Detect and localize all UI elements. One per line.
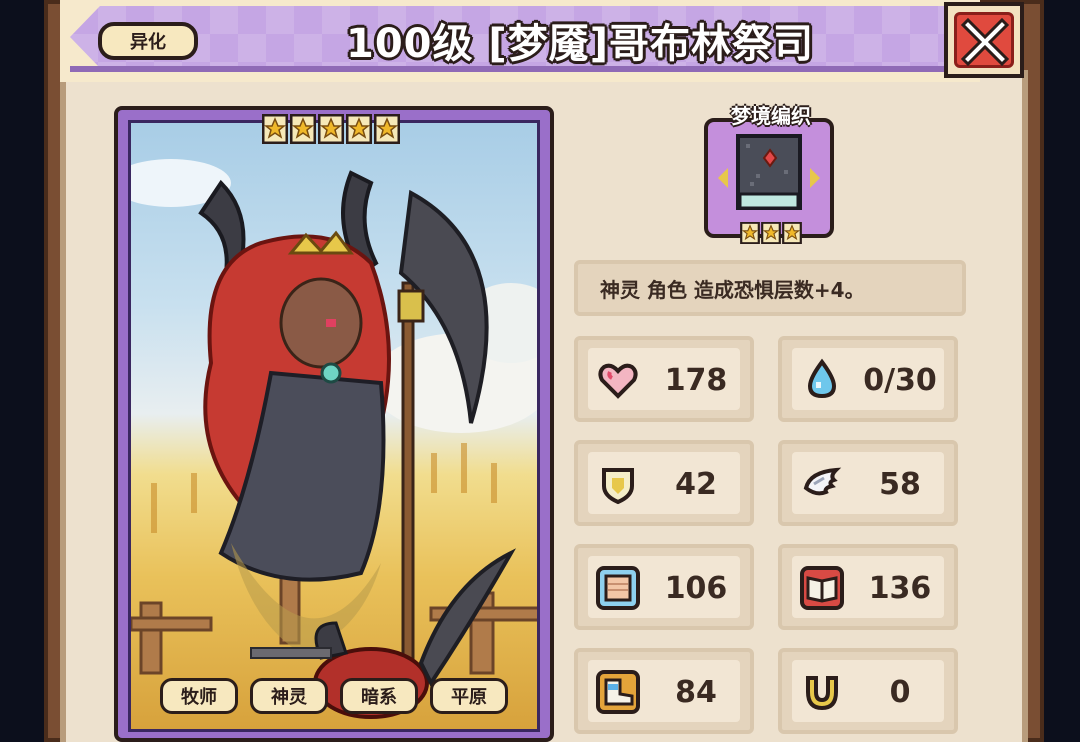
stat-health-value: 178 — [664, 362, 728, 398]
star-icon — [262, 114, 288, 144]
close-button[interactable] — [944, 2, 1024, 78]
star-icon — [374, 114, 400, 144]
shield-icon — [602, 468, 634, 505]
stat-luck-value: 0 — [889, 674, 911, 710]
stat-attack-value: 106 — [664, 570, 728, 606]
spellbook-icon — [718, 134, 820, 210]
heart-icon — [598, 363, 638, 399]
equipment-slot[interactable]: 梦境编织 — [704, 104, 838, 244]
stat-resistance: 84 — [574, 648, 754, 734]
stat-health: 178 — [574, 336, 754, 422]
water-drop-icon — [807, 358, 837, 399]
goblin-priestess-illustration — [131, 159, 537, 719]
stat-speed: 58 — [778, 440, 958, 526]
stat-luck: 0 — [778, 648, 958, 734]
close-icon — [960, 17, 1010, 67]
star-icon — [346, 114, 372, 144]
stat-defense: 42 — [574, 440, 754, 526]
tag-element: 暗系 — [340, 678, 418, 714]
stat-defense-value: 42 — [675, 466, 717, 502]
boot-icon — [596, 670, 640, 714]
stat-magic-value: 136 — [868, 570, 932, 606]
stat-speed-value: 58 — [879, 466, 921, 502]
equipment-name: 梦境编织 — [731, 104, 811, 128]
tag-terrain: 平原 — [430, 678, 508, 714]
stat-mana-value: 0/30 — [863, 362, 937, 398]
equipment-stars — [740, 222, 802, 244]
wing-icon — [803, 467, 842, 496]
star-icon — [740, 222, 760, 244]
stat-magic: 136 — [778, 544, 958, 630]
book-icon — [800, 566, 844, 610]
stat-attack: 106 — [574, 544, 754, 630]
character-tags: 牧师 神灵 暗系 平原 — [160, 678, 508, 714]
page-title: 100级 [梦魇]哥布林祭司 — [346, 21, 814, 67]
mutation-button[interactable]: 异化 — [98, 22, 198, 60]
tag-race: 神灵 — [250, 678, 328, 714]
rarity-stars — [262, 114, 400, 148]
star-icon — [761, 222, 781, 244]
star-icon — [782, 222, 802, 244]
fist-icon — [596, 566, 640, 610]
stat-mana: 0/30 — [778, 336, 958, 422]
skill-description: 神灵 角色 造成恐惧层数+4。 — [574, 260, 966, 316]
stat-resistance-value: 84 — [675, 674, 717, 710]
tag-class: 牧师 — [160, 678, 238, 714]
horseshoe-icon — [806, 676, 838, 711]
character-portrait[interactable] — [128, 120, 540, 732]
star-icon — [318, 114, 344, 144]
star-icon — [290, 114, 316, 144]
